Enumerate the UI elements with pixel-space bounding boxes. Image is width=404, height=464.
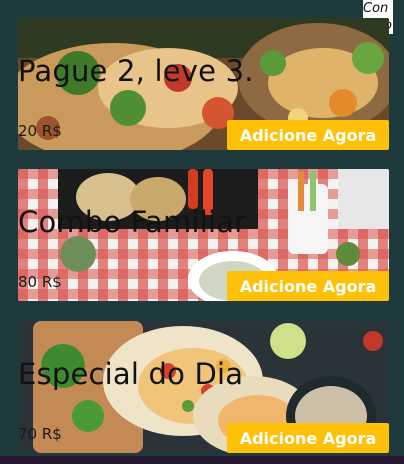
bottom-bar (0, 456, 404, 464)
add-to-cart-button[interactable]: Adicione Agora (227, 120, 389, 150)
product-title: Especial do Dia (18, 357, 244, 391)
add-to-cart-button[interactable]: Adicione Agora (227, 271, 389, 301)
add-to-cart-button[interactable]: Adicione Agora (227, 423, 389, 453)
product-title: Pague 2, leve 3. (18, 54, 254, 88)
product-card-especial-do-dia: Especial do Dia 70 R$ Adicione Agora (18, 321, 389, 453)
product-price: 80 R$ (18, 273, 62, 291)
product-card-combo-familiar: Combo Familiar 80 R$ Adicione Agora (18, 169, 389, 301)
product-title: Combo Familiar (18, 205, 247, 239)
product-card-pague-2-leve-3: Pague 2, leve 3. 20 R$ Adicione Agora (18, 18, 389, 150)
corner-note-line-1: Con (363, 1, 389, 16)
product-price: 20 R$ (18, 122, 62, 140)
product-price: 70 R$ (18, 425, 62, 443)
